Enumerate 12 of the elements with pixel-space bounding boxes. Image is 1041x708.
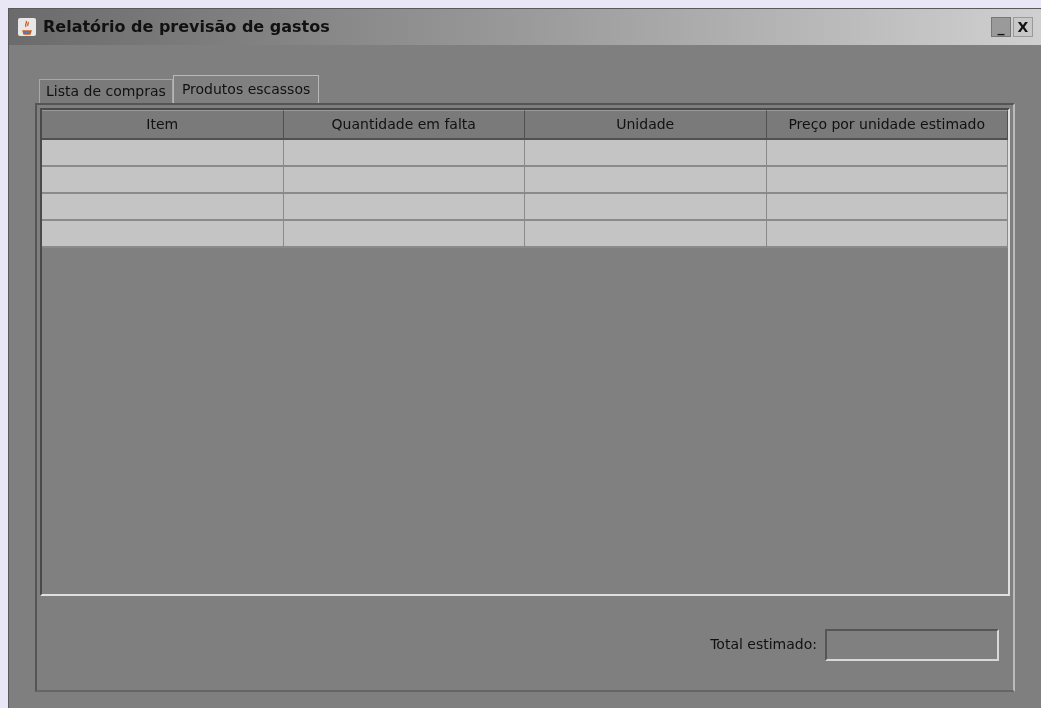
cup-icon xyxy=(17,17,37,37)
tab[interactable]: Produtos escassos xyxy=(172,75,320,103)
tab[interactable]: Lista de compras xyxy=(39,79,173,103)
total-label: Total estimado: xyxy=(710,635,817,654)
window-title: Relatório de previsão de gastos xyxy=(43,16,331,38)
column-header[interactable]: Quantidade em falta xyxy=(283,110,525,140)
column-header[interactable]: Item xyxy=(42,110,284,140)
close-button[interactable]: X xyxy=(1013,17,1033,37)
column-header[interactable]: Preço por unidade estimado xyxy=(766,110,1008,140)
column-header[interactable]: Unidade xyxy=(525,110,767,140)
total-field[interactable] xyxy=(825,628,999,661)
minimize-button[interactable]: _ xyxy=(991,17,1011,37)
